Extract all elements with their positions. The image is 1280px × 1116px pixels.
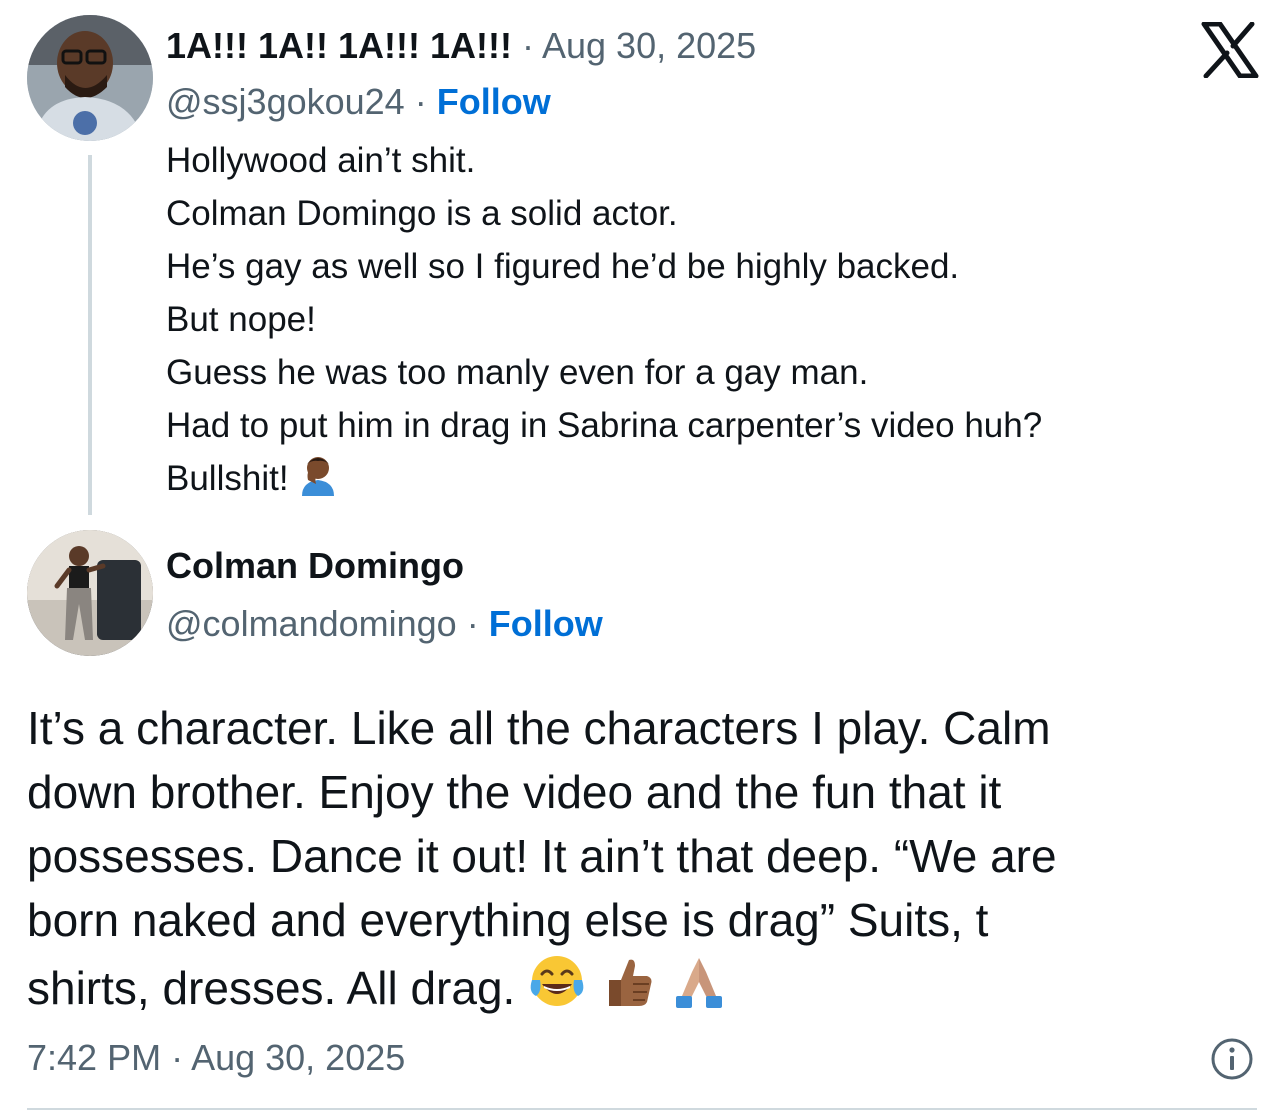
tweet-line: But nope! <box>166 300 316 339</box>
tweet-line: Had to put him in drag in Sabrina carpen… <box>166 406 1043 445</box>
tweet-line: Colman Domingo is a solid actor. <box>166 194 678 233</box>
tweet-line-last: Bullshit! <box>166 452 1042 505</box>
follow-button[interactable]: Follow <box>489 603 603 644</box>
parent-tweet-text: Hollywood ain’t shit. Colman Domingo is … <box>166 134 1042 505</box>
tweet-line: possesses. Dance it out! It ain’t that d… <box>27 830 1057 882</box>
divider <box>27 1108 1257 1110</box>
tweet-line: Guess he was too manly even for a gay ma… <box>166 353 869 392</box>
tweet-line: shirts, dresses. All drag. <box>27 962 516 1014</box>
display-name[interactable]: Colman Domingo <box>166 545 464 586</box>
separator: · <box>466 603 479 644</box>
tweet-timestamp[interactable]: 7:42 PM · Aug 30, 2025 <box>27 1036 405 1080</box>
tweet-line: Hollywood ain’t shit. <box>166 141 476 180</box>
info-icon[interactable] <box>1210 1037 1254 1081</box>
tweet-line: He’s gay as well so I figured he’d be hi… <box>166 247 960 286</box>
tweet-line: born naked and everything else is drag” … <box>27 894 989 946</box>
man-facepalming-icon <box>302 457 335 496</box>
reply-handle-row: @colmandomingo · Follow <box>166 602 603 646</box>
x-logo-icon[interactable] <box>1200 22 1260 78</box>
follow-button[interactable]: Follow <box>437 81 551 122</box>
tweet-line: It’s a character. Like all the character… <box>27 702 1051 754</box>
tweet-line: Bullshit! <box>166 459 289 498</box>
user-handle[interactable]: @ssj3gokou24 <box>166 81 405 122</box>
tweet-date[interactable]: Aug 30, 2025 <box>542 25 756 66</box>
display-name[interactable]: 1A!!! 1A!! 1A!!! 1A!!! <box>166 25 512 66</box>
thumbs-up-icon <box>608 959 652 1006</box>
parent-author-row: 1A!!! 1A!! 1A!!! 1A!!! · Aug 30, 2025 <box>166 24 756 68</box>
separator: · <box>521 25 534 66</box>
reply-tweet-text: It’s a character. Like all the character… <box>27 696 1247 1020</box>
avatar[interactable] <box>27 530 153 656</box>
reply-author-row: Colman Domingo <box>166 544 464 588</box>
tweet-line-last: shirts, dresses. All drag. <box>27 952 1247 1020</box>
user-handle[interactable]: @colmandomingo <box>166 603 457 644</box>
folded-hands-icon <box>675 958 722 1008</box>
face-with-tears-of-joy-icon <box>530 956 584 1006</box>
avatar[interactable] <box>27 15 153 141</box>
thread-line <box>88 155 92 515</box>
parent-handle-row: @ssj3gokou24 · Follow <box>166 81 551 122</box>
tweet-line: down brother. Enjoy the video and the fu… <box>27 766 1002 818</box>
